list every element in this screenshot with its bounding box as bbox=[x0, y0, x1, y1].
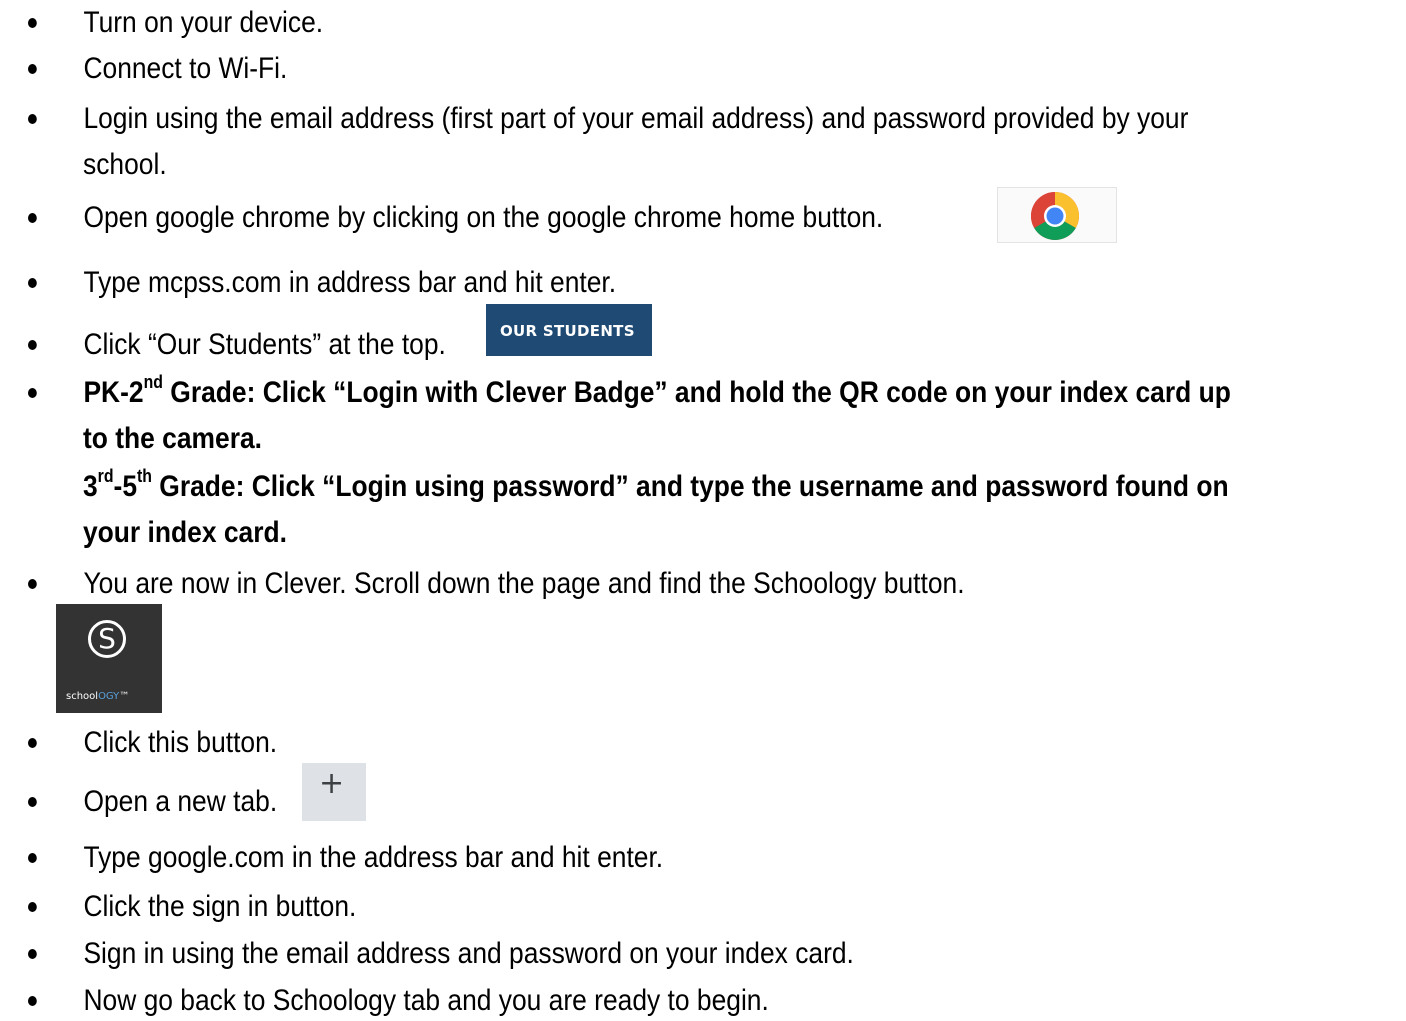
bullet-icon bbox=[28, 902, 37, 912]
step-grade-3-5-continued: your index card. bbox=[83, 516, 287, 549]
step-grade-login-continued: to the camera. bbox=[83, 422, 263, 455]
bullet-icon bbox=[28, 213, 37, 223]
our-students-button[interactable]: OUR STUDENTS bbox=[486, 304, 652, 356]
plus-icon: + bbox=[319, 766, 345, 801]
step-text: Open a new tab. bbox=[83, 785, 278, 818]
step-text: Open google chrome by clicking on the go… bbox=[83, 201, 884, 234]
step-text: Type google.com in the address bar and h… bbox=[83, 841, 664, 874]
step-text: Login using the email address (first par… bbox=[83, 102, 1189, 135]
step-login-continued: school. bbox=[83, 148, 167, 181]
bullet-icon bbox=[28, 278, 37, 288]
step-text: Now go back to Schoology tab and you are… bbox=[83, 984, 769, 1017]
schoology-button[interactable]: S schoolOGY™ bbox=[56, 604, 162, 713]
step-text: Click this button. bbox=[83, 726, 278, 759]
schoology-logo-icon: S bbox=[88, 620, 126, 658]
step-grade-3-5-login: 3rd-5th Grade: Click “Login using passwo… bbox=[83, 466, 1229, 503]
step-text: Sign in using the email address and pass… bbox=[83, 937, 854, 970]
instruction-document: Turn on your device. Connect to Wi-Fi. L… bbox=[0, 0, 1406, 1021]
bullet-icon bbox=[28, 388, 37, 398]
schoology-wordmark: schoolOGY™ bbox=[66, 691, 130, 702]
chrome-icon bbox=[1030, 192, 1080, 241]
bullet-icon bbox=[28, 738, 37, 748]
bullet-icon bbox=[28, 114, 37, 124]
step-text: You are now in Clever. Scroll down the p… bbox=[83, 567, 965, 600]
step-text: Click the sign in button. bbox=[83, 890, 357, 923]
step-text: Connect to Wi-Fi. bbox=[83, 52, 288, 85]
step-text: Type mcpss.com in address bar and hit en… bbox=[83, 266, 617, 299]
chrome-home-button[interactable] bbox=[997, 187, 1117, 243]
step-text: Click “Our Students” at the top. bbox=[83, 328, 446, 361]
bullet-icon bbox=[28, 579, 37, 589]
bullet-icon bbox=[28, 18, 37, 28]
bullet-icon bbox=[28, 949, 37, 959]
step-text: PK-2nd Grade: Click “Login with Clever B… bbox=[83, 372, 1231, 409]
bullet-icon bbox=[28, 797, 37, 807]
bullet-icon bbox=[28, 64, 37, 74]
bullet-icon bbox=[28, 996, 37, 1006]
new-tab-button[interactable]: + bbox=[302, 763, 366, 821]
bullet-icon bbox=[28, 853, 37, 863]
bullet-icon bbox=[28, 340, 37, 350]
step-text: Turn on your device. bbox=[83, 6, 324, 39]
